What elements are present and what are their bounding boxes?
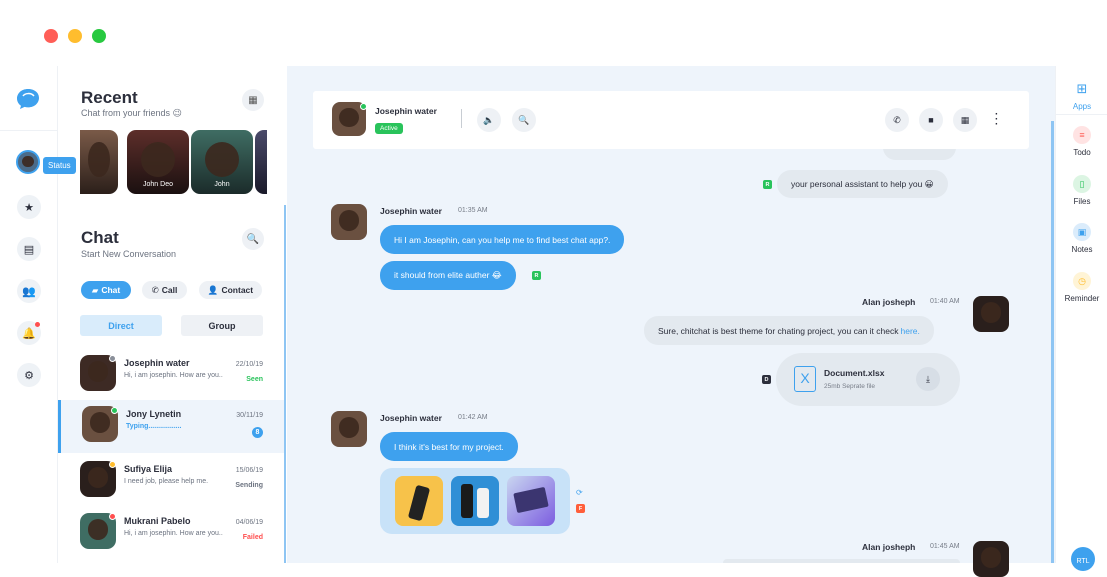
link-here[interactable]: here.	[900, 326, 919, 336]
chat-icon: ▰	[91, 284, 99, 295]
chat-subtitle: Start New Conversation	[81, 249, 177, 259]
contact-pill-button[interactable]: 👤 Contact	[199, 281, 262, 299]
right-app-nav: ⊞ Apps ≡ Todo ▯ Files ▣ Notes ◷ Reminder RTL	[1055, 66, 1107, 571]
reminder-button[interactable]: ◷ Reminder	[1056, 272, 1107, 303]
sender-avatar[interactable]	[331, 411, 367, 447]
message-time: 01:45 AM	[930, 543, 960, 550]
story-card[interactable]: John Deo	[127, 130, 189, 194]
recent-title: Recent	[81, 88, 138, 107]
contact-row[interactable]: Sufiya Elija I need job, please help me.…	[58, 455, 285, 508]
read-receipt-badge: R	[763, 180, 772, 189]
gallery-image[interactable]	[451, 476, 499, 526]
chat-scrollbar[interactable]	[1051, 121, 1054, 563]
notes-icon: ▣	[1073, 223, 1091, 241]
refresh-icon[interactable]: ⟳	[576, 488, 583, 497]
message-time: 01:40 AM	[930, 298, 960, 305]
files-button[interactable]: ▯ Files	[1056, 175, 1107, 206]
gallery-image[interactable]	[507, 476, 555, 526]
apps-button[interactable]: ⊞ Apps	[1056, 80, 1107, 111]
sender-name: Josephin water	[380, 206, 442, 216]
gallery-image[interactable]	[395, 476, 443, 526]
active-badge: Active	[375, 123, 403, 134]
volume-icon[interactable]: 🔈	[477, 108, 501, 132]
sender-avatar[interactable]	[973, 296, 1009, 332]
story-card[interactable]: John	[191, 130, 253, 194]
window-close-button[interactable]	[44, 29, 58, 43]
message-in: I think it's best for my project.	[380, 432, 518, 461]
header-name: Josephin water	[375, 106, 437, 116]
logo-icon[interactable]	[16, 88, 40, 110]
contacts-icon: 👤	[207, 284, 219, 295]
gear-icon[interactable]: ⚙	[17, 363, 41, 387]
clock-icon: ◷	[1073, 272, 1091, 290]
video-icon[interactable]: ■	[919, 108, 943, 132]
files-icon: ▯	[1073, 175, 1091, 193]
tab-direct[interactable]: Direct	[80, 315, 162, 336]
recent-subtitle: Chat from your friends 😉	[81, 108, 182, 118]
story-card[interactable]	[80, 130, 118, 194]
sender-name: Josephin water	[380, 413, 442, 423]
star-icon[interactable]: ★	[17, 195, 41, 219]
contact-list-scrollbar[interactable]	[284, 205, 286, 563]
phone-icon[interactable]: ✆	[885, 108, 909, 132]
message-out: Sure, chitchat is best theme for chating…	[644, 316, 934, 345]
contact-row[interactable]: Mukrani Pabelo Hi, i am josephin. How ar…	[58, 507, 285, 560]
chat-pill-button[interactable]: ▰ Chat	[81, 281, 131, 299]
excel-file-icon: X	[794, 366, 816, 392]
sender-avatar[interactable]	[331, 204, 367, 240]
call-pill-button[interactable]: ✆ Call	[142, 281, 187, 299]
failed-badge: F	[576, 504, 585, 513]
message-in: Hi I am Josephin, can you help me to fin…	[380, 225, 625, 254]
apps-icon: ⊞	[1076, 81, 1088, 96]
more-vertical-icon[interactable]: · · ·	[995, 110, 998, 130]
message-time: 01:35 AM	[458, 207, 488, 214]
my-avatar[interactable]	[16, 150, 40, 174]
window-maximize-button[interactable]	[92, 29, 106, 43]
read-receipt-badge: R	[532, 271, 541, 280]
grid-icon[interactable]: ▦	[953, 108, 977, 132]
rtl-toggle-button[interactable]: RTL	[1071, 547, 1095, 571]
contact-row[interactable]: Josephin water Hi, i am josephin. How ar…	[58, 349, 285, 402]
sender-name: Alan josheph	[862, 297, 916, 307]
message-out: your personal assistant to help you 😀	[777, 170, 948, 198]
phone-icon: ✆	[151, 284, 159, 295]
doc-badge: D	[762, 375, 771, 384]
story-card[interactable]	[255, 130, 267, 194]
document-icon[interactable]: ▤	[17, 237, 41, 261]
chat-title: Chat	[81, 228, 119, 247]
doc-size: 25mb Seprate file	[824, 383, 875, 390]
contact-row-active[interactable]: Jony Lynetin Typing................. 30/…	[58, 400, 285, 453]
search-icon[interactable]: 🔍	[512, 108, 536, 132]
grid-icon[interactable]: ▦	[242, 89, 264, 111]
todo-button[interactable]: ≡ Todo	[1056, 126, 1107, 157]
sender-name: Alan josheph	[862, 542, 916, 552]
chat-area: Josephin water Active 🔈 🔍 ✆ ■ ▦ ··· Hi I…	[287, 66, 1055, 577]
status-tooltip: Status	[43, 157, 76, 174]
group-icon[interactable]: 👥	[17, 279, 41, 303]
download-icon[interactable]: ⤓	[916, 367, 940, 391]
bell-icon[interactable]: 🔔	[17, 321, 41, 345]
doc-name: Document.xlsx	[824, 368, 885, 378]
left-icon-nav: Status ★ ▤ 👥 🔔 ⚙	[0, 66, 76, 563]
message-time: 01:42 AM	[458, 414, 488, 421]
sender-avatar[interactable]	[973, 541, 1009, 577]
search-icon[interactable]: 🔍	[242, 228, 264, 250]
message-in: it should from elite auther 😂	[380, 261, 516, 290]
todo-icon: ≡	[1073, 126, 1091, 144]
window-minimize-button[interactable]	[68, 29, 82, 43]
tab-group[interactable]: Group	[181, 315, 263, 336]
notes-button[interactable]: ▣ Notes	[1056, 223, 1107, 254]
